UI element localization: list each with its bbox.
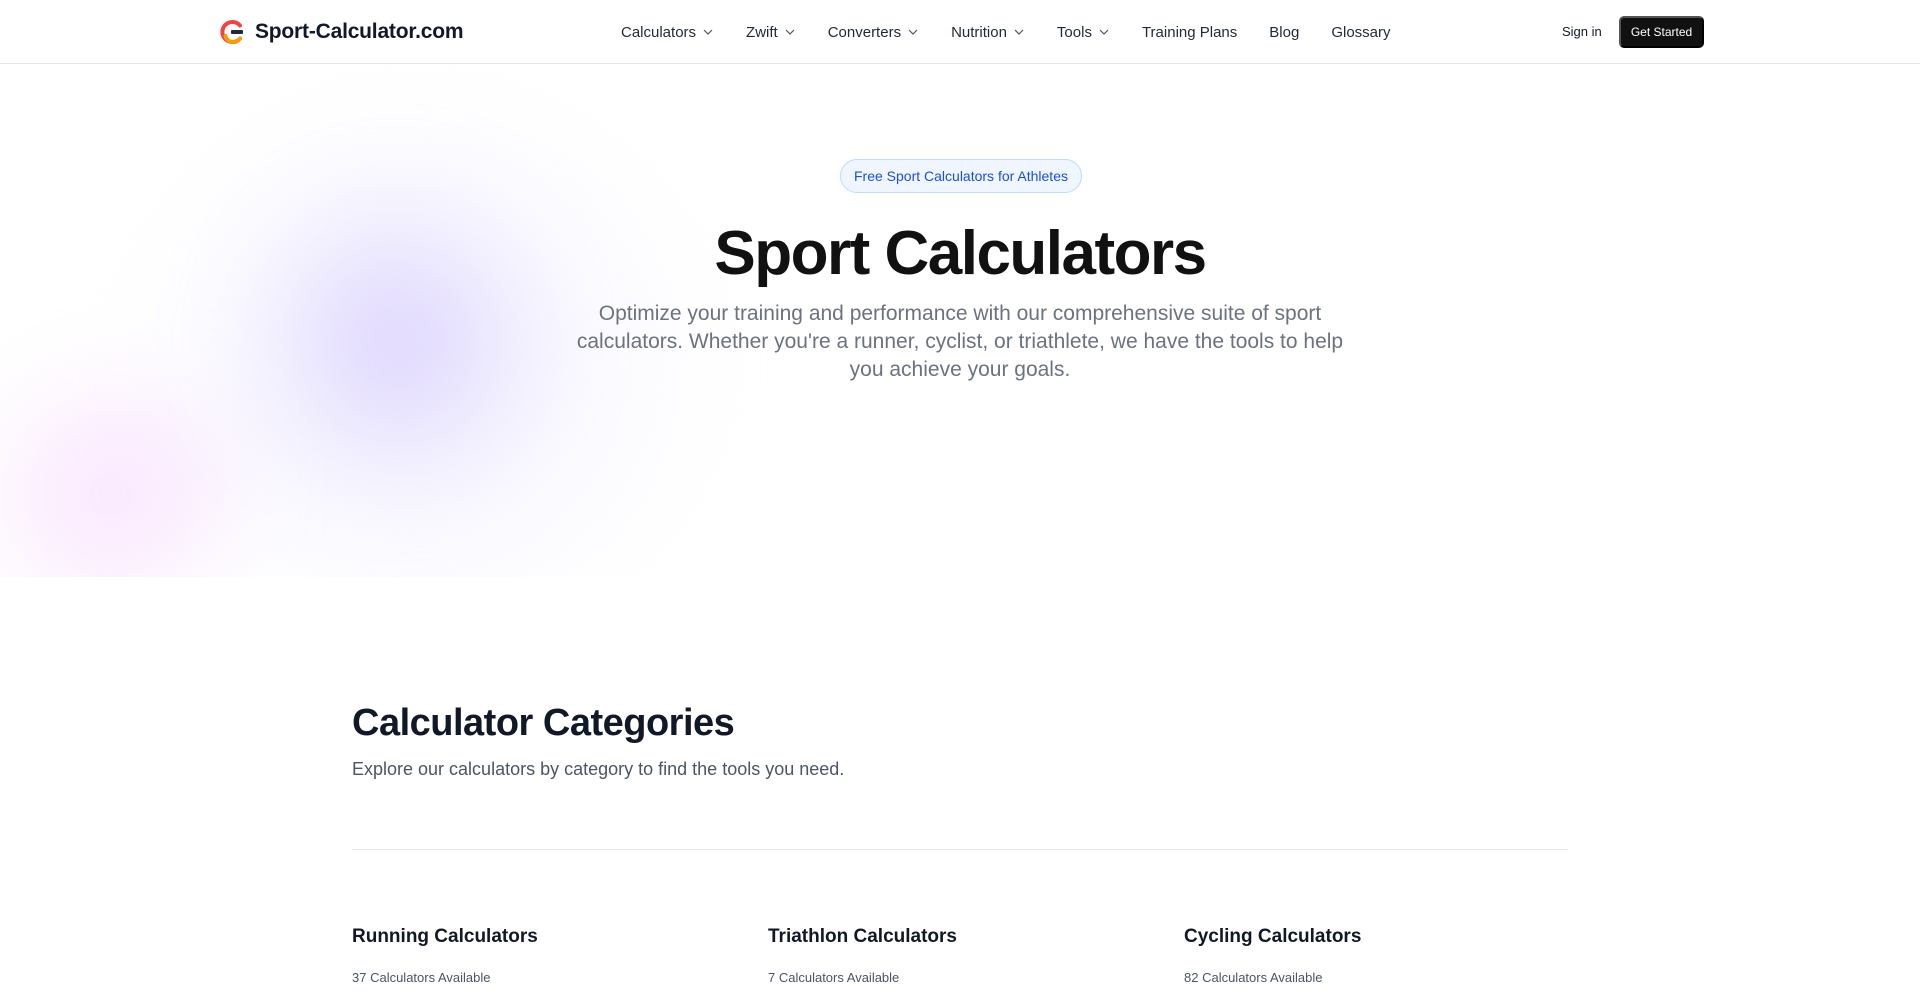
site-header: Sport-Calculator.com Calculators Zwift C… xyxy=(0,0,1920,64)
page-title: Sport Calculators xyxy=(714,219,1207,288)
category-card-triathlon[interactable]: Triathlon Calculators 7 Calculators Avai… xyxy=(768,926,957,985)
chevron-down-icon xyxy=(703,29,713,35)
nav-label: Glossary xyxy=(1331,23,1391,41)
category-card-running[interactable]: Running Calculators 37 Calculators Avail… xyxy=(352,926,538,985)
main-nav: Calculators Zwift Converters Nutrition T… xyxy=(621,0,1391,64)
category-count: 82 Calculators Available xyxy=(1184,970,1323,985)
category-title[interactable]: Running Calculators xyxy=(352,926,538,948)
hero-subtitle: Optimize your training and performance w… xyxy=(576,302,1344,381)
chevron-down-icon xyxy=(1014,29,1024,35)
chevron-down-icon xyxy=(1099,29,1109,35)
nav-label: Nutrition xyxy=(951,23,1007,41)
category-count: 37 Calculators Available xyxy=(352,970,491,985)
nav-label: Blog xyxy=(1269,23,1300,41)
categories-title: Calculator Categories xyxy=(352,702,735,744)
site-logo[interactable]: Sport-Calculator.com xyxy=(219,19,464,45)
nav-blog[interactable]: Blog xyxy=(1269,24,1299,41)
nav-label: Tools xyxy=(1056,23,1092,41)
nav-label: Zwift xyxy=(746,23,778,41)
nav-glossary[interactable]: Glossary xyxy=(1331,24,1390,41)
hero-badge: Free Sport Calculators for Athletes xyxy=(840,159,1082,193)
logo-text: Sport-Calculator.com xyxy=(255,20,464,43)
category-title[interactable]: Cycling Calculators xyxy=(1184,926,1361,948)
categories-subtitle: Explore our calculators by category to f… xyxy=(352,759,845,779)
section-divider xyxy=(352,849,1568,850)
chevron-down-icon xyxy=(785,29,795,35)
chevron-down-icon xyxy=(908,29,918,35)
nav-label: Training Plans xyxy=(1141,23,1238,41)
nav-nutrition[interactable]: Nutrition xyxy=(951,24,1025,41)
nav-zwift[interactable]: Zwift xyxy=(746,24,796,41)
get-started-button[interactable]: Get Started xyxy=(1619,16,1704,48)
nav-calculators[interactable]: Calculators xyxy=(621,24,714,41)
category-card-cycling[interactable]: Cycling Calculators 82 Calculators Avail… xyxy=(1184,926,1361,985)
nav-converters[interactable]: Converters xyxy=(828,24,919,41)
nav-label: Calculators xyxy=(621,23,697,41)
category-title[interactable]: Triathlon Calculators xyxy=(768,926,957,948)
nav-tools[interactable]: Tools xyxy=(1057,24,1110,41)
category-count: 7 Calculators Available xyxy=(768,970,900,985)
sign-in-link[interactable]: Sign in xyxy=(1562,24,1602,39)
logo-icon xyxy=(220,20,243,45)
nav-training-plans[interactable]: Training Plans xyxy=(1142,24,1237,41)
nav-label: Converters xyxy=(827,23,902,41)
